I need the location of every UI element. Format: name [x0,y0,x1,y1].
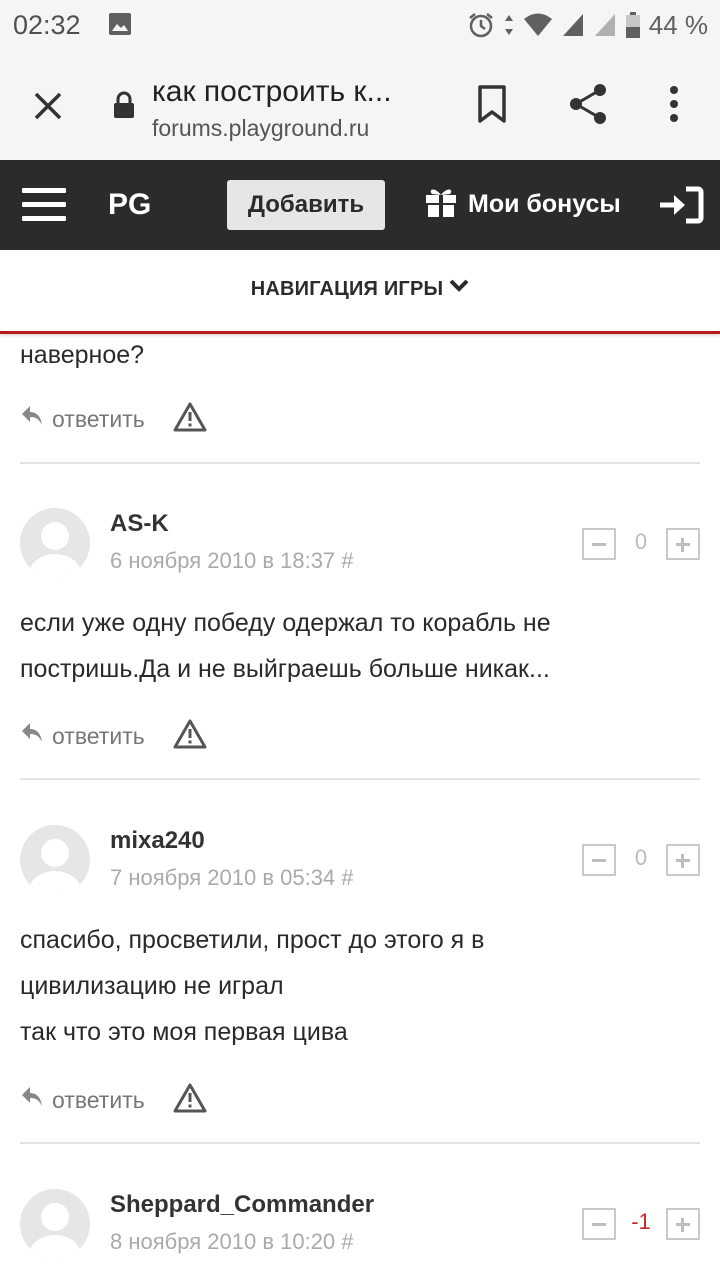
my-bonuses-link[interactable]: Мои бонусы [424,184,621,225]
status-bar: 02:32 44 % [0,0,720,50]
status-indicators: 44 % [467,8,708,42]
site-header: PG Добавить Мои бонусы [0,160,720,250]
comment-line: если уже одну победу одержал то корабль … [20,609,551,637]
page-domain[interactable]: forums.playground.ru [152,115,369,142]
comment-actions: ответить [20,719,207,754]
report-icon[interactable] [173,402,207,437]
avatar-icon [29,522,81,578]
site-logo[interactable]: PG [108,188,151,222]
comment-line: так что это моя первая цива [20,1018,348,1046]
vote-score: 0 [634,845,648,870]
vote-control: -1 [582,1208,700,1242]
game-navigation[interactable]: НАВИГАЦИЯ ИГРЫ [0,250,720,334]
chevron-down-icon [449,276,469,299]
gallery-icon [108,12,132,41]
vote-up-button[interactable] [666,528,700,560]
game-navigation-label: НАВИГАЦИЯ ИГРЫ [250,278,444,300]
signal-icon [561,12,585,38]
reply-button[interactable]: ответить [20,720,145,752]
share-icon[interactable] [566,82,610,131]
wifi-icon [523,12,553,38]
comment-actions: ответить [20,402,207,437]
bookmark-icon[interactable] [476,84,508,129]
vote-down-button[interactable] [582,528,616,560]
comment-line: спасибо, просветили, прост до этого я в [20,926,485,954]
comment-text: если уже одну победу одержал то корабль … [20,600,551,692]
comment-line: цивилизацию не играл [20,972,284,1000]
comment-author[interactable]: Sheppard_Commander [110,1191,374,1219]
comment-date[interactable]: 6 ноября 2010 в 18:37 # [110,548,354,574]
gift-icon [424,184,458,225]
my-bonuses-label: Мои бонусы [468,190,621,218]
comment-date[interactable]: 8 ноября 2010 в 10:20 # [110,1229,354,1255]
alarm-icon [467,11,495,39]
status-time: 02:32 [13,10,81,40]
browser-toolbar: как построить к... forums.playground.ru [0,50,720,160]
vote-up-button[interactable] [666,844,700,876]
vote-down-button[interactable] [582,844,616,876]
comment-date[interactable]: 7 ноября 2010 в 05:34 # [110,865,354,891]
comment-author[interactable]: AS-K [110,510,169,538]
report-icon[interactable] [173,1083,207,1118]
page-title[interactable]: как построить к... [152,75,392,109]
reply-button[interactable]: ответить [20,1084,145,1116]
reply-label: ответить [52,405,145,432]
comment-divider [20,462,700,464]
vote-control: 0 [582,844,700,878]
vote-control: 0 [582,528,700,562]
battery-percent: 44 % [648,9,708,40]
comment-line: постришь.Да и не выйграешь больше никак.… [20,655,550,683]
data-arrows-icon [503,11,515,39]
vote-score: 0 [634,529,648,554]
avatar[interactable] [20,1189,90,1259]
battery-icon [625,11,641,39]
vote-up-button[interactable] [666,1208,700,1240]
vote-down-button[interactable] [582,1208,616,1240]
comment-actions: ответить [20,1083,207,1118]
add-button[interactable]: Добавить [227,180,385,230]
vote-score: -1 [631,1209,651,1234]
login-icon[interactable] [658,186,704,229]
comment-text: наверное? [20,341,145,369]
report-icon[interactable] [173,719,207,754]
menu-icon[interactable] [22,188,66,222]
reply-icon [20,403,44,435]
close-icon[interactable] [28,86,68,126]
reply-icon [20,720,44,752]
signal-icon-secondary [593,12,617,38]
reply-button[interactable]: ответить [20,403,145,435]
reply-icon [20,1084,44,1116]
comment-divider [20,1142,700,1144]
lock-icon [112,90,136,125]
comment-author[interactable]: mixa240 [110,827,205,855]
reply-label: ответить [52,722,145,749]
avatar[interactable] [20,825,90,895]
avatar-icon [29,839,81,895]
comment-text: спасибо, просветили, прост до этого я в … [20,917,484,1055]
more-vert-icon[interactable] [664,84,684,129]
avatar-icon [29,1203,81,1259]
avatar[interactable] [20,508,90,578]
comment-divider [20,778,700,780]
reply-label: ответить [52,1086,145,1113]
